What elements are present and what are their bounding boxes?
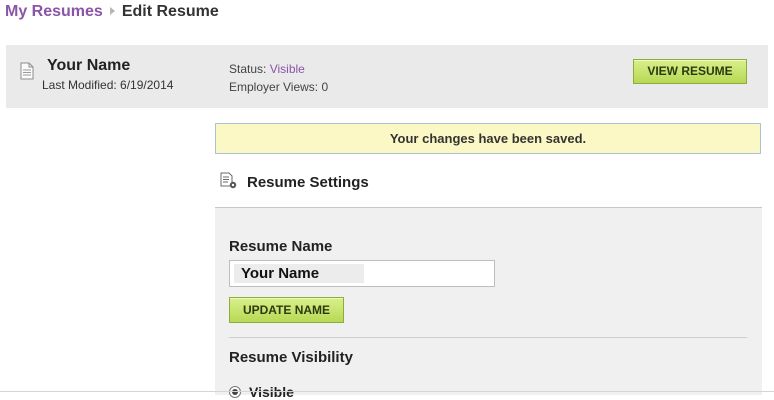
last-modified-text: Last Modified: 6/19/2014	[42, 78, 174, 92]
breadcrumb-current: Edit Resume	[121, 3, 219, 20]
saved-notice: Your changes have been saved.	[215, 123, 761, 154]
employer-views-text: Employer Views: 0	[229, 80, 329, 94]
resume-header: Your Name Last Modified: 6/19/2014 Statu…	[6, 45, 768, 108]
resume-name-input-value: Your Name	[234, 264, 364, 283]
resume-name-heading: Your Name	[47, 57, 131, 74]
status-label: Status:	[229, 62, 267, 76]
update-name-button[interactable]: UPDATE NAME	[229, 297, 344, 323]
document-icon	[20, 62, 34, 85]
settings-document-icon	[220, 172, 238, 195]
resume-name-input[interactable]: Your Name	[229, 260, 495, 287]
breadcrumb-my-resumes-link[interactable]: My Resumes	[5, 3, 103, 20]
breadcrumb: My Resumes Edit Resume	[5, 3, 219, 21]
breadcrumb-separator-icon	[109, 7, 115, 16]
status-line: Status: Visible	[229, 62, 305, 76]
resume-name-label: Resume Name	[229, 238, 333, 255]
resume-settings-heading: Resume Settings	[247, 174, 369, 191]
visibility-visible-label: Visible	[249, 384, 294, 400]
resume-visibility-label: Resume Visibility	[229, 349, 353, 366]
visibility-visible-radio[interactable]	[229, 386, 241, 398]
status-value-link[interactable]: Visible	[270, 62, 305, 76]
page-bottom-border	[0, 391, 774, 392]
view-resume-button[interactable]: VIEW RESUME	[633, 59, 747, 84]
section-divider	[229, 337, 747, 338]
settings-panel: Resume Name Your Name UPDATE NAME Resume…	[215, 207, 762, 400]
